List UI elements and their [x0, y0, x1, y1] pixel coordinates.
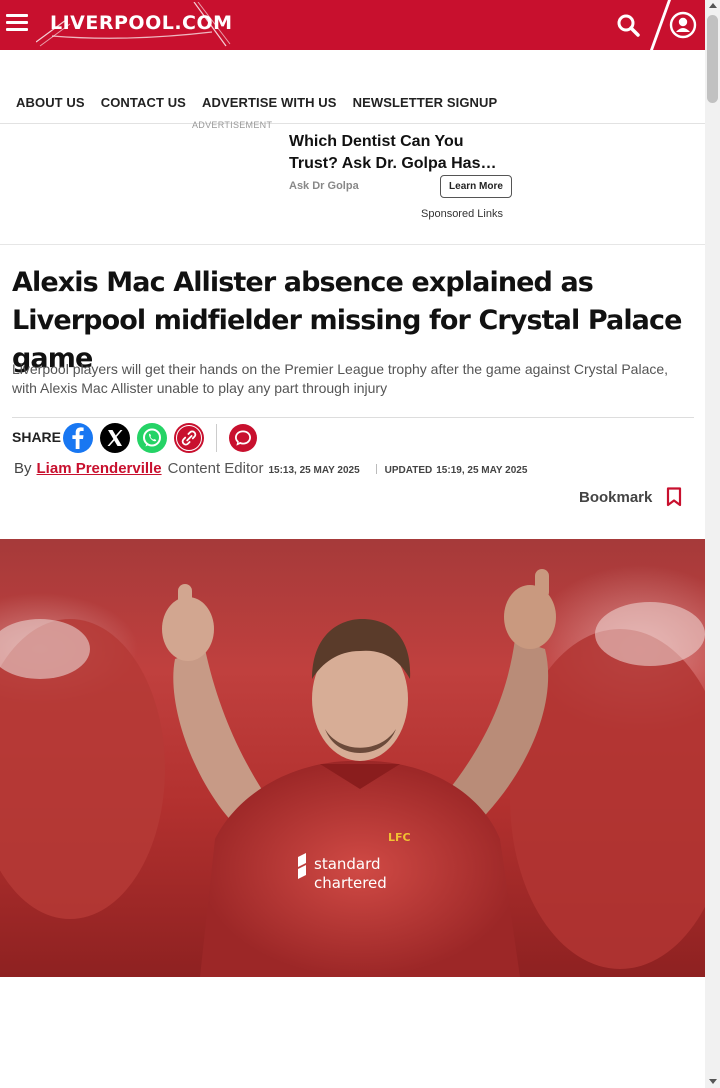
author-link[interactable]: Liam Prenderville [37, 460, 162, 477]
scrollbar-thumb[interactable] [707, 15, 718, 103]
article-hero-image[interactable]: LFC standard chartered [0, 539, 705, 977]
sponsored-links-label[interactable]: Sponsored Links [421, 208, 503, 220]
updated-date: 15:19, 25 MAY 2025 [436, 465, 528, 476]
divider [216, 424, 217, 452]
divider [12, 417, 694, 418]
site-header: LIVERPOOL.COM [0, 0, 705, 50]
byline: By Liam Prenderville Content Editor 15:1… [14, 460, 527, 477]
nav-about-us[interactable]: ABOUT US [16, 95, 85, 110]
comments-icon[interactable] [228, 423, 258, 453]
nav-contact-us[interactable]: CONTACT US [101, 95, 186, 110]
divider [0, 244, 705, 245]
ad-learn-more-button[interactable]: Learn More [440, 175, 512, 198]
crest-text: LFC [388, 831, 411, 844]
ad-headline[interactable]: Which Dentist Can You Trust? Ask Dr. Gol… [289, 131, 514, 175]
hero-photo-illustration: LFC standard chartered [0, 569, 705, 977]
updated-label: UPDATED [384, 465, 433, 476]
bookmark-label: Bookmark [579, 488, 653, 506]
bookmark-button[interactable]: Bookmark [579, 487, 682, 507]
scroll-down-arrow-icon[interactable] [709, 1079, 717, 1084]
ad-source[interactable]: Ask Dr Golpa [289, 180, 359, 192]
user-account-icon[interactable] [668, 10, 698, 40]
x-twitter-icon[interactable] [100, 423, 130, 453]
logo-text: LIVERPOOL.COM [50, 12, 233, 34]
bookmark-icon [666, 487, 682, 507]
share-label: SHARE [12, 429, 62, 445]
svg-text:chartered: chartered [314, 874, 387, 892]
byline-by: By [14, 460, 32, 477]
article-standfirst: Liverpool players will get their hands o… [12, 361, 669, 396]
divider [375, 463, 377, 474]
scroll-up-arrow-icon[interactable] [709, 3, 717, 8]
author-role: Content Editor [167, 460, 264, 477]
kit-sponsor-text: standard [314, 855, 381, 873]
search-icon[interactable] [614, 11, 644, 39]
whatsapp-icon[interactable] [137, 423, 167, 453]
published-date: 15:13, 25 MAY 2025 [268, 465, 360, 476]
nav-advertise-with-us[interactable]: ADVERTISE WITH US [202, 95, 337, 110]
site-logo[interactable]: LIVERPOOL.COM [35, 1, 233, 48]
secondary-nav: ABOUT US CONTACT US ADVERTISE WITH US NE… [0, 50, 705, 124]
vertical-scrollbar[interactable] [705, 0, 720, 1088]
facebook-icon[interactable] [63, 423, 93, 453]
copy-link-icon[interactable] [174, 423, 204, 453]
page: LIVERPOOL.COM ABOUT US CONTACT US ADVERT… [0, 0, 705, 1088]
hamburger-menu-icon[interactable] [6, 14, 28, 36]
ad-label: ADVERTISEMENT [192, 120, 273, 130]
nav-newsletter-signup[interactable]: NEWSLETTER SIGNUP [353, 95, 498, 110]
